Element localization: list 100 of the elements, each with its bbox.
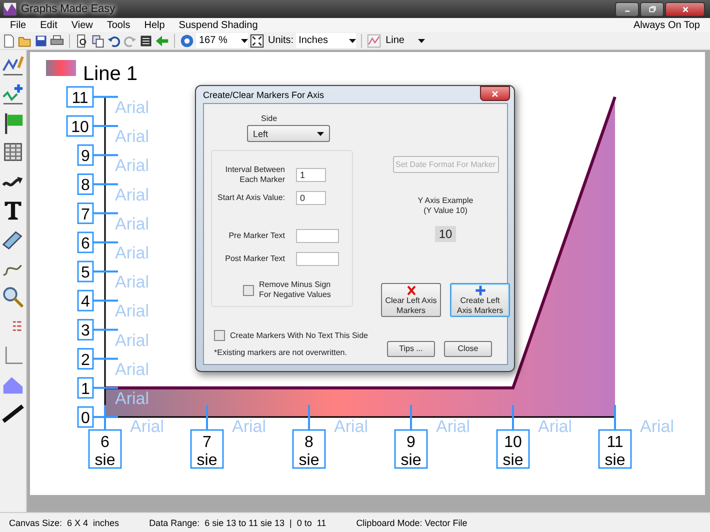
- line-chart-pencil-icon[interactable]: [2, 54, 24, 76]
- input-field[interactable]: [296, 229, 339, 243]
- printer-icon[interactable]: [50, 34, 64, 48]
- tick-mark: [93, 96, 118, 98]
- marker-hint: Arial: [640, 417, 674, 436]
- menu-item[interactable]: View: [71, 20, 93, 30]
- marker-hint: Arial: [232, 417, 266, 436]
- marker-hint: Arial: [115, 214, 150, 234]
- input-field[interactable]: 0: [296, 191, 326, 205]
- copy-icon[interactable]: [91, 34, 105, 48]
- line-style-icon[interactable]: [2, 402, 24, 424]
- marker-hint: Arial: [115, 272, 150, 292]
- axis-label: 4: [77, 290, 94, 312]
- axis-label: 6 sie: [88, 429, 122, 469]
- side-label: Side: [261, 114, 278, 123]
- marker-hint: Arial: [115, 185, 150, 204]
- maximize-button[interactable]: [640, 2, 664, 16]
- print-preview-icon[interactable]: [75, 34, 89, 48]
- marker-hint: Arial: [334, 417, 368, 436]
- save-icon[interactable]: [34, 34, 48, 48]
- chart-type-dropdown[interactable]: Line: [382, 33, 425, 48]
- menu-item[interactable]: Edit: [40, 20, 58, 30]
- y-tick-label: 11: [72, 90, 88, 107]
- grid-icon[interactable]: [2, 141, 24, 163]
- tick-mark: [93, 300, 118, 302]
- axis-label: 11: [66, 86, 94, 108]
- close-button[interactable]: [665, 2, 705, 16]
- line-chart-plus-icon[interactable]: [2, 83, 24, 105]
- menu-item[interactable]: Suspend Shading: [178, 20, 258, 30]
- marker-hint: Arial: [115, 302, 150, 321]
- tick-mark: [93, 241, 118, 244]
- marker-hint: Arial: [538, 417, 572, 436]
- search-icon[interactable]: [2, 286, 24, 308]
- y-tick-label: 8: [81, 177, 90, 194]
- axis-label: 8 sie: [292, 429, 326, 469]
- checkbox[interactable]: [243, 284, 254, 296]
- tick-mark: [206, 405, 208, 430]
- undo-icon[interactable]: [107, 34, 121, 48]
- tick-mark: [93, 183, 118, 186]
- dialog-button[interactable]: Close: [444, 341, 492, 357]
- y-tick-label: 9: [81, 148, 90, 166]
- menu-item[interactable]: Always On Top: [633, 20, 700, 30]
- tick-mark: [308, 405, 310, 430]
- status-text: Canvas Size: 6 X 4 inches: [9, 518, 120, 528]
- menu-item[interactable]: Tools: [106, 20, 130, 30]
- x-tick-label: 7: [202, 434, 212, 451]
- checkbox[interactable]: [214, 330, 225, 341]
- tick-mark: [93, 212, 118, 214]
- input-field[interactable]: [296, 252, 339, 266]
- line-chart-icon[interactable]: [366, 34, 381, 48]
- input-field[interactable]: 1: [296, 168, 326, 182]
- y-tick-label: 7: [81, 206, 90, 224]
- clear-markers-button[interactable]: Clear Left Axis Markers: [381, 283, 441, 317]
- tick-mark: [93, 328, 118, 331]
- field-label: Pre Marker Text: [228, 231, 285, 241]
- axis-label: 5: [77, 260, 94, 282]
- marker-hint: Arial: [115, 360, 150, 379]
- close-button[interactable]: [480, 86, 510, 101]
- axis-label: 8: [77, 173, 94, 195]
- units-combo[interactable]: Inches: [296, 33, 356, 48]
- tick-mark: [410, 405, 412, 430]
- axis-label: 9 sie: [394, 429, 428, 469]
- axis-label: 6: [77, 232, 94, 254]
- window-title: Graphs Made Easy: [21, 3, 116, 15]
- create-markers-button[interactable]: Create Left Axis Markers: [450, 283, 510, 317]
- y-tick-label: 4: [81, 294, 90, 311]
- checkbox-label: Remove Minus Sign For Negative Values: [259, 280, 331, 300]
- axis-label: 2: [77, 348, 94, 370]
- marker-hint: Arial: [115, 127, 150, 146]
- help-icon[interactable]: [180, 34, 194, 48]
- marker-hint: Arial: [130, 417, 164, 436]
- marker-hint: Arial: [115, 389, 150, 408]
- x-tick-label: 11: [606, 434, 624, 451]
- axis-label: 11 sie: [598, 429, 632, 469]
- axis-label: 9: [77, 144, 94, 166]
- caret-icon: [241, 38, 248, 42]
- menu-item[interactable]: File: [10, 20, 26, 30]
- tick-mark: [93, 125, 118, 127]
- menu-item[interactable]: Help: [144, 20, 165, 30]
- text-tool-icon[interactable]: [2, 199, 24, 221]
- y-tick-label: 1: [81, 380, 90, 398]
- zoom-combo[interactable]: 167 %: [196, 33, 248, 48]
- marker-hint: Arial: [436, 417, 470, 436]
- fit-page-icon[interactable]: [250, 34, 264, 48]
- x-tick-label: 6: [100, 434, 110, 451]
- list-icon[interactable]: [139, 34, 153, 48]
- x-tick-label: 10: [504, 434, 522, 451]
- example-value: 10: [434, 226, 456, 242]
- minimize-button[interactable]: [615, 2, 639, 16]
- axis-label: 0: [77, 406, 94, 428]
- caret-icon: [418, 38, 425, 42]
- y-tick-label: 10: [71, 119, 89, 136]
- dialog-button[interactable]: Tips ...: [387, 341, 435, 357]
- side-dropdown[interactable]: Left: [247, 125, 330, 142]
- checkbox-label: Create Markers With No Text This Side: [230, 331, 368, 340]
- close-icon[interactable]: [490, 88, 500, 98]
- close-icon: [680, 4, 690, 14]
- axis-label: 7: [77, 202, 94, 224]
- flag-icon[interactable]: [2, 112, 24, 134]
- marker-hint: Arial: [115, 244, 150, 262]
